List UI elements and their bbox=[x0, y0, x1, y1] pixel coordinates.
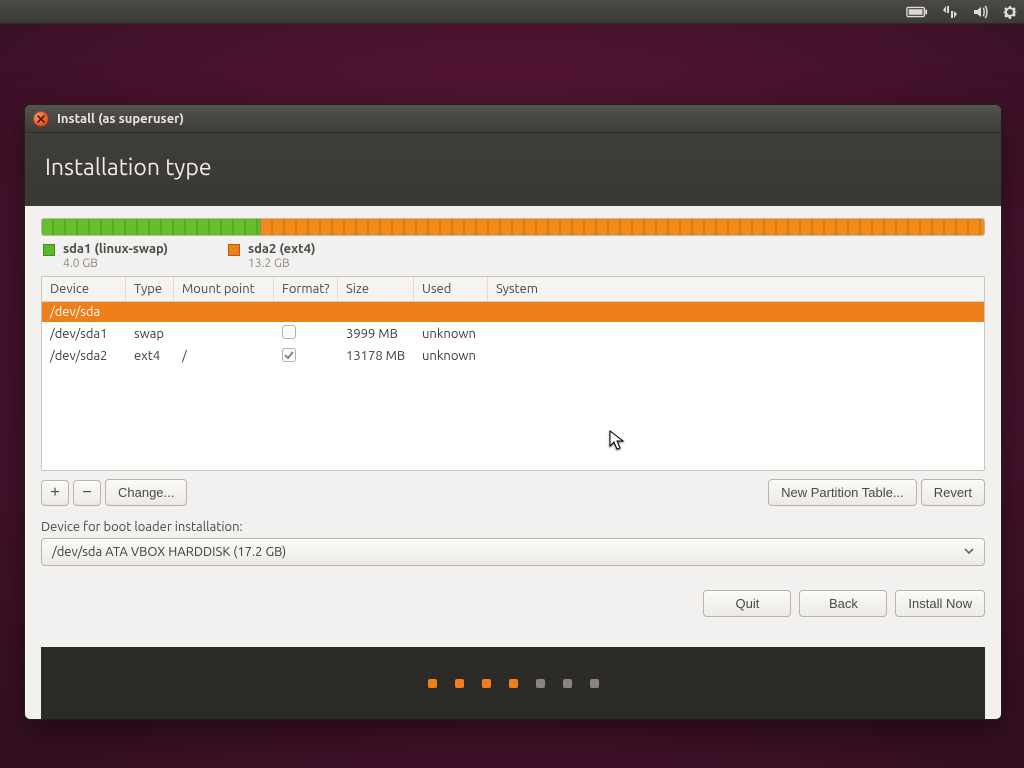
column-header[interactable]: Mount point bbox=[174, 277, 274, 301]
column-header[interactable]: Type bbox=[126, 277, 174, 301]
bootloader-value: /dev/sda ATA VBOX HARDDISK (17.2 GB) bbox=[52, 545, 286, 559]
cell-type: ext4 bbox=[126, 346, 174, 366]
battery-icon[interactable] bbox=[906, 6, 928, 18]
cell-mount: / bbox=[174, 346, 274, 366]
partition-buttons: + − Change... New Partition Table... Rev… bbox=[41, 479, 985, 506]
titlebar[interactable]: Install (as superuser) bbox=[25, 105, 1001, 133]
cell-size: 3999 MB bbox=[338, 324, 414, 344]
column-header[interactable]: System bbox=[488, 277, 984, 301]
column-header[interactable]: Used bbox=[414, 277, 488, 301]
legend-swatch bbox=[228, 244, 240, 256]
close-icon[interactable] bbox=[33, 111, 49, 127]
legend-item: sda1 (linux-swap)4.0 GB bbox=[43, 242, 168, 270]
cell-mount bbox=[174, 331, 274, 337]
usage-segment-swap[interactable] bbox=[42, 219, 261, 235]
format-checkbox[interactable] bbox=[282, 325, 296, 339]
quit-button[interactable]: Quit bbox=[703, 590, 791, 617]
usage-segment-ext4[interactable] bbox=[261, 219, 984, 235]
table-row-disk[interactable]: /dev/sda bbox=[42, 302, 984, 322]
disk-usage-bar[interactable] bbox=[41, 218, 985, 236]
menubar bbox=[0, 0, 1024, 24]
legend-size: 13.2 GB bbox=[248, 257, 316, 270]
slideshow-dot[interactable] bbox=[482, 679, 491, 688]
nav-buttons: Quit Back Install Now bbox=[41, 566, 985, 617]
cell-used: unknown bbox=[414, 324, 488, 344]
slideshow-dot[interactable] bbox=[536, 679, 545, 688]
slideshow-dot[interactable] bbox=[509, 679, 518, 688]
table-body[interactable]: /dev/sda/dev/sda1swap 3999 MBunknown/dev/… bbox=[42, 302, 984, 470]
cell-device: /dev/sda bbox=[42, 302, 984, 322]
column-header[interactable]: Device bbox=[42, 277, 126, 301]
cell-used: unknown bbox=[414, 346, 488, 366]
gear-icon[interactable] bbox=[1002, 4, 1018, 20]
cell-device: /dev/sda1 bbox=[42, 324, 126, 344]
slideshow-dot[interactable] bbox=[590, 679, 599, 688]
column-header[interactable]: Size bbox=[338, 277, 414, 301]
chevron-down-icon bbox=[964, 545, 974, 559]
hero: Installation type bbox=[25, 133, 1001, 206]
back-button[interactable]: Back bbox=[799, 590, 887, 617]
legend-swatch bbox=[43, 244, 55, 256]
cell-system bbox=[488, 331, 984, 337]
table-row[interactable]: /dev/sda2ext4/ 13178 MBunknown bbox=[42, 345, 984, 366]
column-header[interactable]: Format? bbox=[274, 277, 338, 301]
slideshow-dot[interactable] bbox=[563, 679, 572, 688]
bootloader-select[interactable]: /dev/sda ATA VBOX HARDDISK (17.2 GB) bbox=[41, 538, 985, 566]
legend-size: 4.0 GB bbox=[63, 257, 168, 270]
legend-name: sda2 (ext4) bbox=[248, 242, 316, 256]
slideshow-dot[interactable] bbox=[455, 679, 464, 688]
cell-format[interactable] bbox=[274, 345, 338, 366]
format-checkbox[interactable] bbox=[282, 348, 296, 362]
table-header: DeviceTypeMount pointFormat?SizeUsedSyst… bbox=[42, 277, 984, 302]
cell-system bbox=[488, 353, 984, 359]
legend-name: sda1 (linux-swap) bbox=[63, 242, 168, 256]
remove-partition-button[interactable]: − bbox=[73, 480, 101, 506]
cell-device: /dev/sda2 bbox=[42, 346, 126, 366]
installer-window: Install (as superuser) Installation type… bbox=[24, 104, 1002, 720]
slideshow-dot[interactable] bbox=[428, 679, 437, 688]
new-partition-table-button[interactable]: New Partition Table... bbox=[768, 479, 917, 506]
add-partition-button[interactable]: + bbox=[41, 480, 69, 506]
legend-item: sda2 (ext4)13.2 GB bbox=[228, 242, 316, 270]
cell-type: swap bbox=[126, 324, 174, 344]
slideshow-dots bbox=[41, 647, 985, 719]
network-icon[interactable] bbox=[942, 4, 958, 20]
sound-icon[interactable] bbox=[972, 4, 988, 20]
table-row[interactable]: /dev/sda1swap 3999 MBunknown bbox=[42, 322, 984, 345]
partition-table[interactable]: DeviceTypeMount pointFormat?SizeUsedSyst… bbox=[41, 276, 985, 471]
revert-button[interactable]: Revert bbox=[921, 479, 985, 506]
install-now-button[interactable]: Install Now bbox=[895, 590, 985, 617]
cell-size: 13178 MB bbox=[338, 346, 414, 366]
content: sda1 (linux-swap)4.0 GB sda2 (ext4)13.2 G… bbox=[25, 206, 1001, 719]
page-title: Installation type bbox=[45, 155, 981, 180]
bootloader-label: Device for boot loader installation: bbox=[41, 520, 985, 534]
window-title: Install (as superuser) bbox=[57, 112, 184, 126]
change-partition-button[interactable]: Change... bbox=[105, 479, 187, 506]
disk-legend: sda1 (linux-swap)4.0 GB sda2 (ext4)13.2 G… bbox=[43, 242, 983, 270]
cell-format[interactable] bbox=[274, 322, 338, 345]
